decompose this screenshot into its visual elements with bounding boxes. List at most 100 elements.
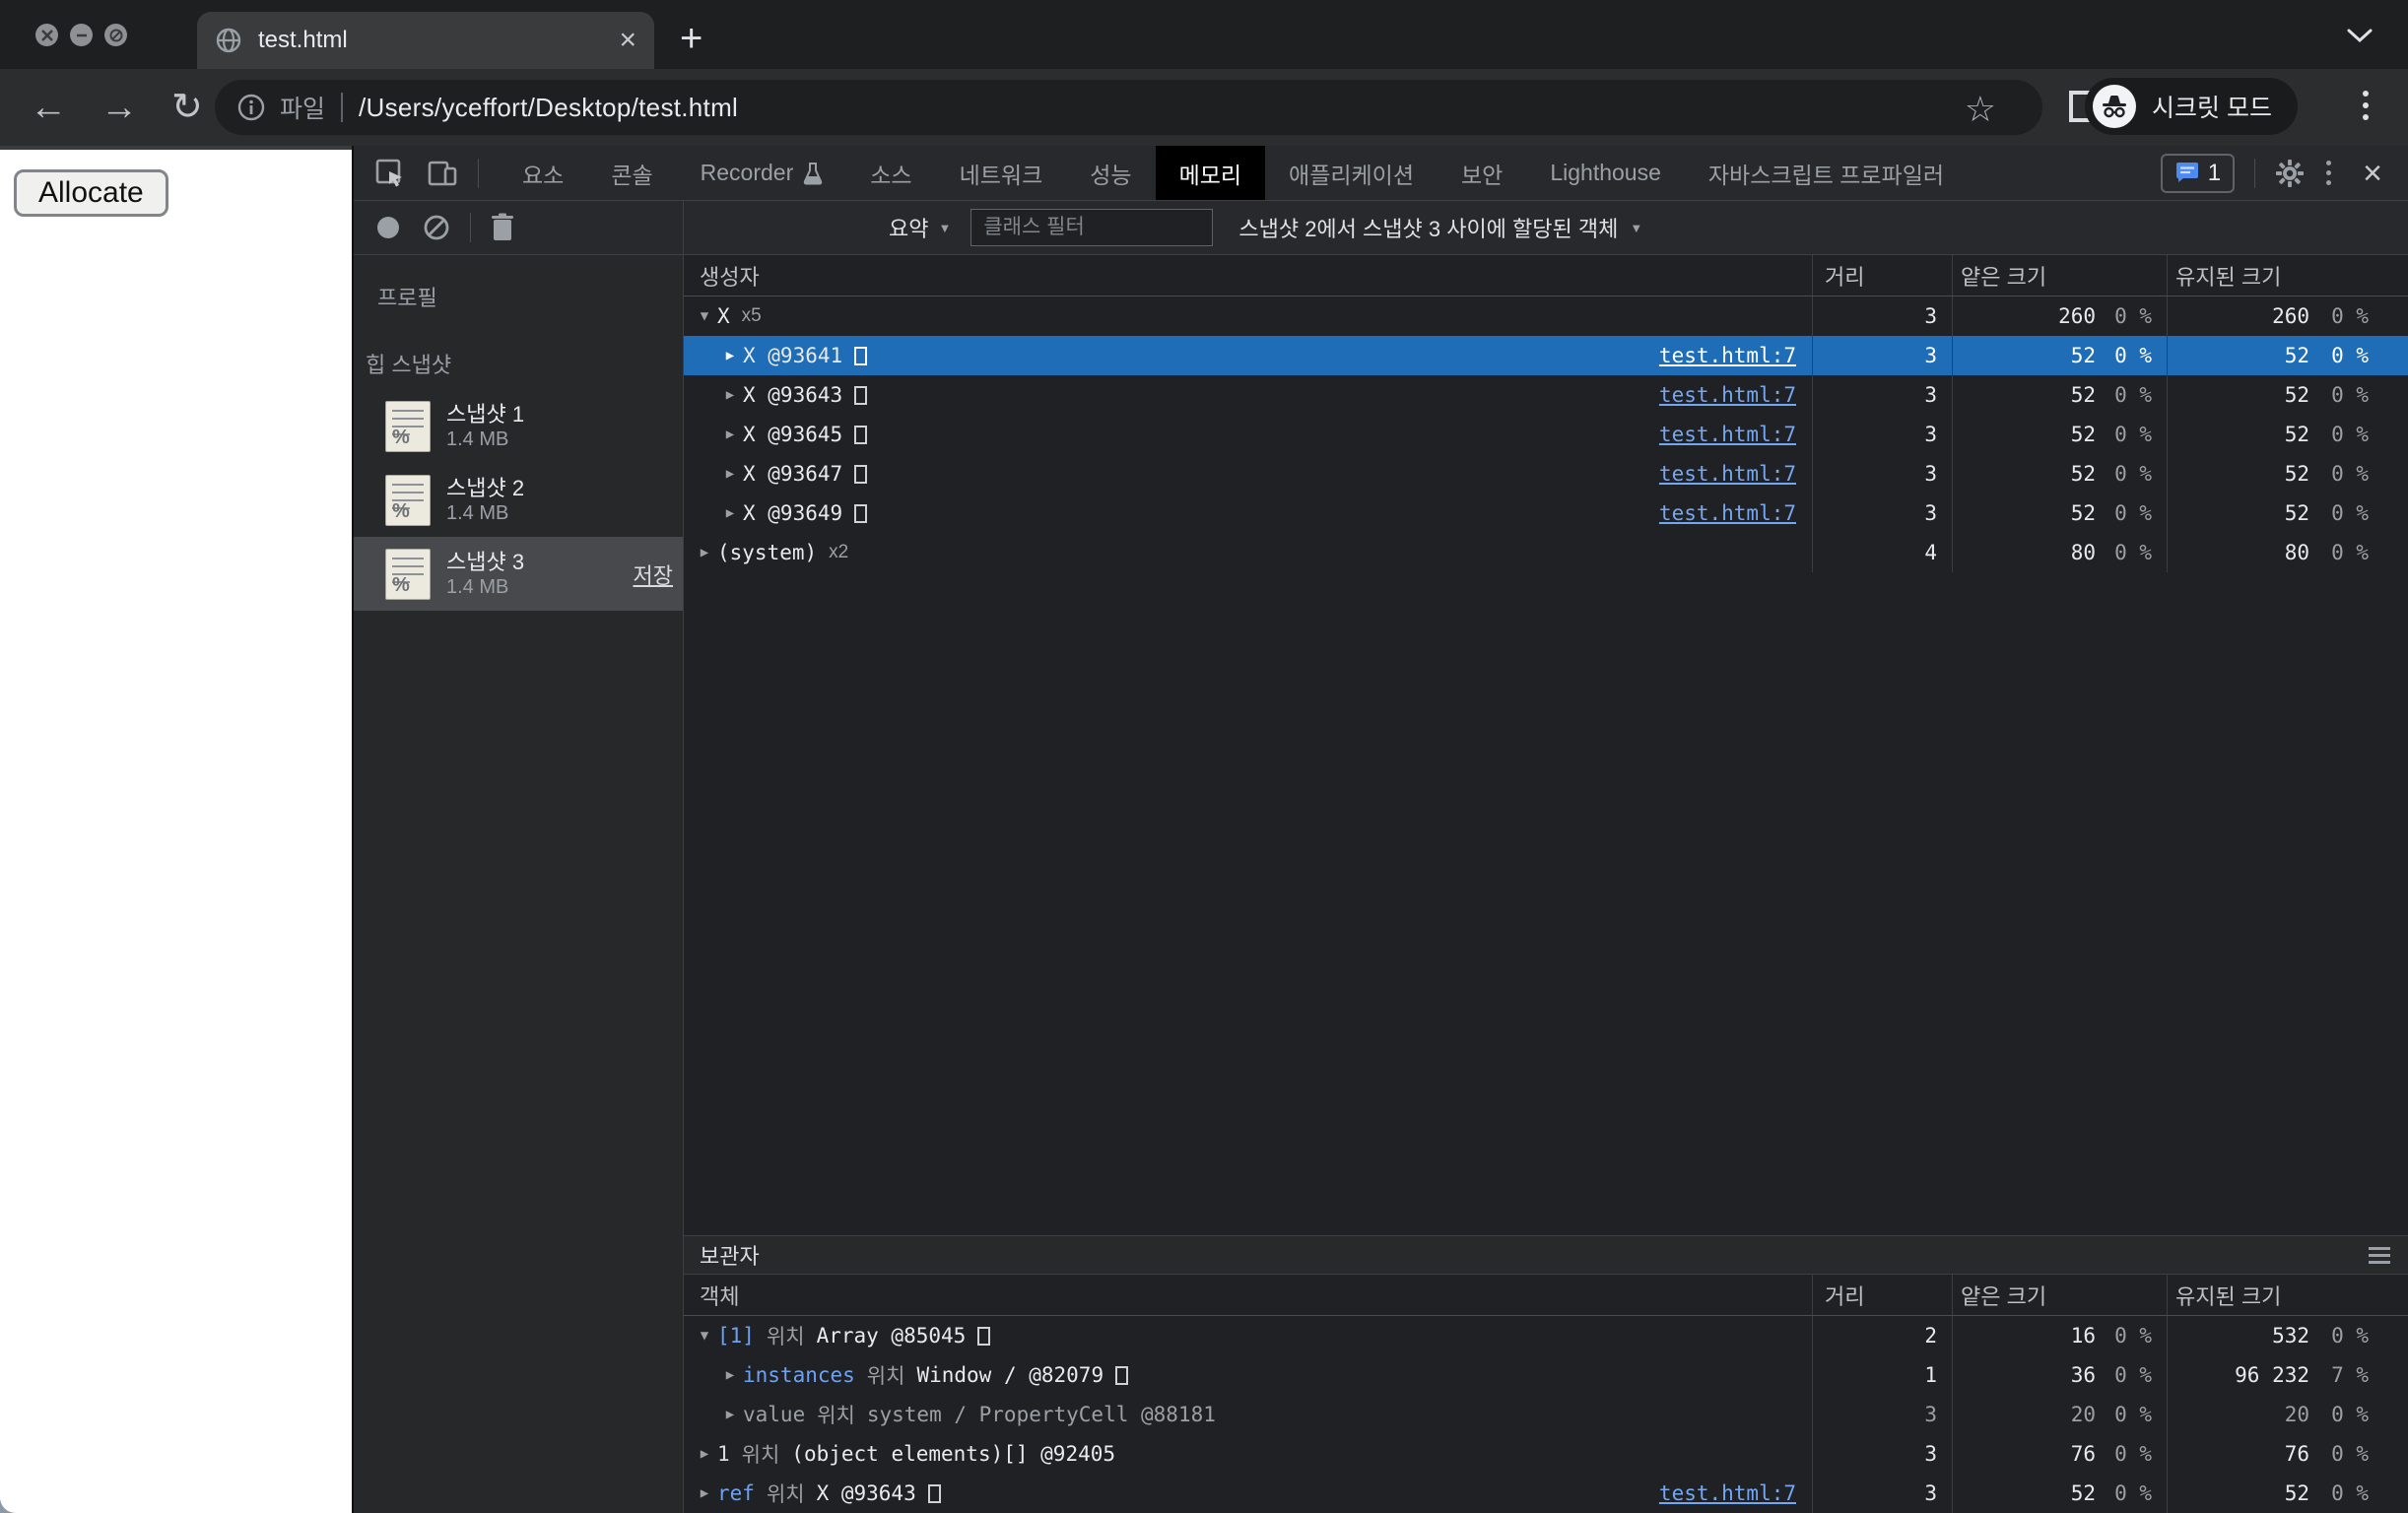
snapshot-icon-percent: % bbox=[392, 426, 410, 448]
tab-search-chevron-icon[interactable] bbox=[2347, 28, 2373, 43]
retainer-row[interactable]: ▼ [1] 위치 Array @85045 2 16 0 % 532 0 % bbox=[684, 1316, 2408, 1355]
size-value: 52 bbox=[2070, 423, 2096, 446]
source-link[interactable]: test.html:7 bbox=[1659, 383, 1796, 407]
window-minimize-icon[interactable] bbox=[70, 24, 93, 46]
distance-column-header[interactable]: 거리 bbox=[1812, 1275, 1952, 1315]
devtools-tab-네트워크[interactable]: 네트워크 bbox=[936, 146, 1067, 200]
tree-collapsed-icon[interactable]: ▶ bbox=[692, 1485, 717, 1501]
window-zoom-icon[interactable] bbox=[104, 24, 127, 46]
devtools-tab-콘솔[interactable]: 콘솔 bbox=[587, 146, 676, 200]
source-link[interactable]: test.html:7 bbox=[1659, 501, 1796, 525]
retainer-row[interactable]: ▶ value 위치 system / PropertyCell @88181 3 20 0… bbox=[684, 1395, 2408, 1434]
devtools-tab-Recorder[interactable]: Recorder bbox=[677, 146, 847, 200]
forward-button[interactable]: → bbox=[100, 89, 138, 126]
devtools-tab-소스[interactable]: 소스 bbox=[846, 146, 935, 200]
heap-table-row[interactable]: ▶ (system) x2 4 80 0 % 80 0 % bbox=[684, 533, 2408, 572]
heap-table-row[interactable]: ▶ X @93645 test.html:7 3 52 0 % 52 0 % bbox=[684, 415, 2408, 454]
device-toolbar-icon[interactable] bbox=[427, 158, 458, 189]
browser-tab[interactable]: test.html × bbox=[197, 12, 654, 69]
retainer-row[interactable]: ▶ 1 위치 (object elements)[] @92405 3 76 0 % 76 0 … bbox=[684, 1434, 2408, 1474]
snapshot-item[interactable]: % 스냅샷 1 1.4 MB bbox=[354, 389, 683, 463]
snapshot-save-link[interactable]: 저장 bbox=[634, 559, 673, 590]
devtools-menu-icon[interactable] bbox=[2326, 161, 2332, 185]
snapshot-item[interactable]: % 스냅샷 3 1.4 MB 저장 bbox=[354, 537, 683, 611]
heap-table-row[interactable]: ▶ X @93647 test.html:7 3 52 0 % 52 0 % bbox=[684, 454, 2408, 493]
new-tab-button[interactable]: + bbox=[680, 19, 702, 58]
bookmark-star-icon[interactable]: ☆ bbox=[1965, 89, 1996, 130]
heap-table-row[interactable]: ▶ X @93641 test.html:7 3 52 0 % 52 0 % bbox=[684, 336, 2408, 375]
tab-close-icon[interactable]: × bbox=[619, 26, 636, 55]
retained-size-cell: 52 0 % bbox=[2167, 1474, 2408, 1513]
shallow-size-column-header[interactable]: 얕은 크기 bbox=[1952, 255, 2167, 296]
size-value: 76 bbox=[2284, 1442, 2309, 1466]
record-heap-icon[interactable] bbox=[377, 217, 399, 238]
devtools-tab-Lighthouse[interactable]: Lighthouse bbox=[1526, 146, 1685, 200]
constructor-column-header[interactable]: 생성자 bbox=[684, 260, 1812, 292]
devtools-tab-label: 애플리케이션 bbox=[1289, 162, 1415, 188]
devtools-tab-애플리케이션[interactable]: 애플리케이션 bbox=[1265, 146, 1438, 200]
size-value: 52 bbox=[2284, 383, 2309, 407]
tab-title: test.html bbox=[258, 27, 348, 53]
devtools-tab-보안[interactable]: 보안 bbox=[1438, 146, 1526, 200]
snapshot-item[interactable]: % 스냅샷 2 1.4 MB bbox=[354, 463, 683, 537]
tree-collapsed-icon[interactable]: ▶ bbox=[692, 1446, 717, 1462]
object-id-box-icon bbox=[854, 503, 868, 523]
shallow-size-column-header[interactable]: 얕은 크기 bbox=[1952, 1275, 2167, 1315]
heap-table-row[interactable]: ▶ X @93643 test.html:7 3 52 0 % 52 0 % bbox=[684, 375, 2408, 415]
tree-collapsed-icon[interactable]: ▶ bbox=[717, 466, 743, 482]
heap-table-row[interactable]: ▶ X @93649 test.html:7 3 52 0 % 52 0 % bbox=[684, 493, 2408, 533]
devtools-close-icon[interactable]: × bbox=[2363, 157, 2382, 190]
tree-collapsed-icon[interactable]: ▶ bbox=[717, 1367, 743, 1383]
devtools-tab-label: 메모리 bbox=[1178, 162, 1242, 188]
tree-collapsed-icon[interactable]: ▶ bbox=[717, 387, 743, 403]
allocate-button[interactable]: Allocate bbox=[14, 169, 168, 217]
tree-collapsed-icon[interactable]: ▶ bbox=[692, 545, 717, 560]
clear-profiles-icon[interactable] bbox=[423, 214, 450, 241]
snapshot-title: 스냅샷 2 bbox=[446, 475, 525, 500]
reload-button[interactable]: ↻ bbox=[171, 89, 203, 126]
info-icon[interactable] bbox=[236, 93, 266, 122]
retained-size-column-header[interactable]: 유지된 크기 bbox=[2167, 1275, 2408, 1315]
incognito-badge[interactable]: 시크릿 모드 bbox=[2085, 78, 2298, 135]
browser-toolbar: ← → ↻ 파일 /Users/yceffort/Desktop/test.ht… bbox=[0, 69, 2408, 146]
devtools-tab-요소[interactable]: 요소 bbox=[499, 146, 587, 200]
retainer-row[interactable]: ▶ ref 위치 X @93643 test.html:7 3 52 0 % 52 0 % bbox=[684, 1474, 2408, 1513]
settings-gear-icon[interactable] bbox=[2275, 159, 2305, 188]
window-close-icon[interactable] bbox=[35, 24, 58, 46]
source-link[interactable]: test.html:7 bbox=[1659, 1481, 1796, 1505]
heap-table-row[interactable]: ▼ Xx5 3 260 0 % 260 0 % bbox=[684, 296, 2408, 336]
inspect-element-icon[interactable] bbox=[375, 159, 405, 188]
retainer-row[interactable]: ▶ instances 위치 Window / @82079 1 36 0 % 96 232 7… bbox=[684, 1355, 2408, 1395]
retainers-menu-icon[interactable] bbox=[2369, 1246, 2390, 1264]
tree-expanded-icon[interactable]: ▼ bbox=[692, 1328, 717, 1344]
size-percent: 0 % bbox=[2114, 1363, 2152, 1387]
object-column-header[interactable]: 객체 bbox=[684, 1280, 1812, 1311]
retainer-part: 위치 bbox=[766, 1325, 805, 1349]
delete-profile-icon[interactable] bbox=[491, 213, 514, 242]
retained-size-cell: 532 0 % bbox=[2167, 1316, 2408, 1355]
shallow-size-cell: 52 0 % bbox=[1952, 415, 2167, 454]
devtools-tab-자바스크립트 프로파일러[interactable]: 자바스크립트 프로파일러 bbox=[1685, 146, 1968, 200]
baseline-select[interactable]: 스냅샷 2에서 스냅샷 3 사이에 할당된 객체 ▼ bbox=[1238, 212, 1642, 243]
tree-collapsed-icon[interactable]: ▶ bbox=[717, 505, 743, 521]
class-filter-input[interactable] bbox=[970, 209, 1214, 246]
source-link[interactable]: test.html:7 bbox=[1659, 462, 1796, 486]
tree-collapsed-icon[interactable]: ▶ bbox=[717, 348, 743, 363]
perspective-select[interactable]: 요약 ▼ bbox=[889, 212, 951, 243]
issues-badge[interactable]: 1 bbox=[2160, 153, 2236, 193]
back-button[interactable]: ← bbox=[30, 89, 67, 126]
source-link[interactable]: test.html:7 bbox=[1659, 423, 1796, 446]
retainer-part: instances bbox=[743, 1363, 855, 1387]
browser-menu-icon[interactable] bbox=[2363, 91, 2369, 120]
retained-size-column-header[interactable]: 유지된 크기 bbox=[2167, 255, 2408, 296]
snapshot-icon: % bbox=[385, 474, 431, 526]
tree-expanded-icon[interactable]: ▼ bbox=[692, 308, 717, 324]
distance-column-header[interactable]: 거리 bbox=[1812, 255, 1952, 296]
devtools-tab-메모리[interactable]: 메모리 bbox=[1155, 146, 1266, 200]
source-link[interactable]: test.html:7 bbox=[1659, 344, 1796, 367]
retainer-part: (object elements)[] @92405 bbox=[791, 1442, 1116, 1466]
tree-collapsed-icon[interactable]: ▶ bbox=[717, 1407, 743, 1422]
devtools-tab-성능[interactable]: 성능 bbox=[1066, 146, 1155, 200]
address-bar[interactable]: 파일 /Users/yceffort/Desktop/test.html bbox=[215, 80, 2042, 135]
tree-collapsed-icon[interactable]: ▶ bbox=[717, 427, 743, 442]
